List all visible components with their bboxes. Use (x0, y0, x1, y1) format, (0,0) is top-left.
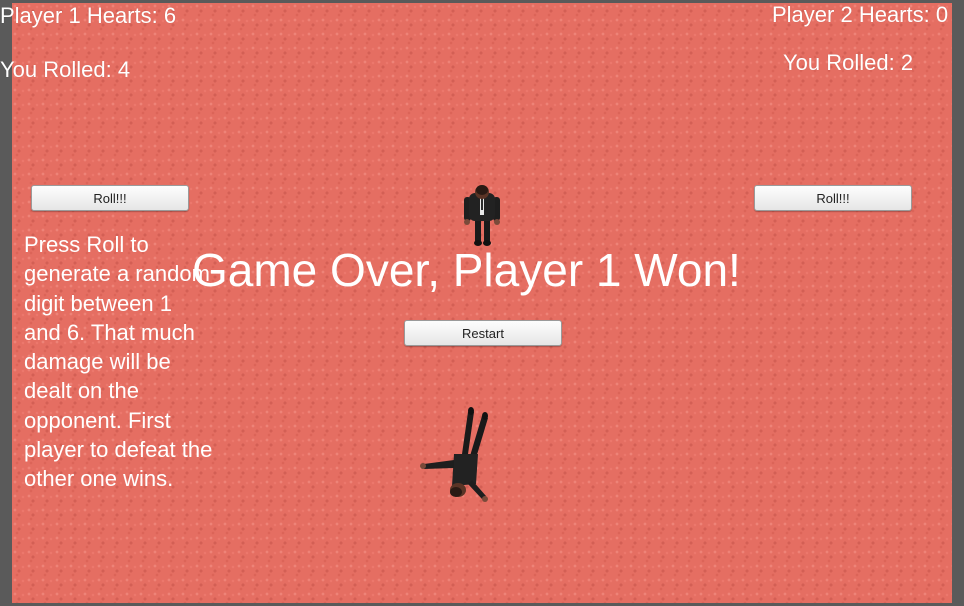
instructions-text: Press Roll to generate a random digit be… (24, 232, 213, 492)
game-over-message: Game Over, Player 1 Won! (192, 244, 741, 296)
player1-standing-figure (464, 185, 500, 246)
game-window: Player 1 Hearts: 6 You Rolled: 4 Player … (0, 0, 964, 606)
player1-rolled-label: You Rolled: 4 (0, 57, 131, 82)
player1-hearts-label: Player 1 Hearts: 6 (0, 3, 177, 28)
restart-button[interactable]: Restart (404, 320, 562, 346)
player2-fallen-figure (420, 407, 488, 502)
player2-roll-button[interactable]: Roll!!! (754, 185, 912, 211)
player1-roll-button[interactable]: Roll!!! (31, 185, 189, 211)
player2-rolled-label: You Rolled: 2 (783, 50, 914, 75)
player2-hearts-label: Player 2 Hearts: 0 (772, 2, 949, 27)
